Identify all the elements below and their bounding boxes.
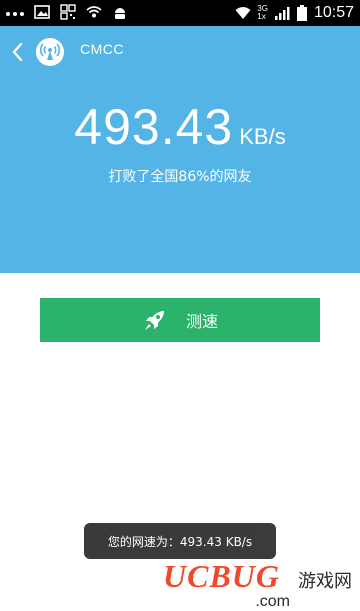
speed-test-screen: 3G 1x 10:57 CMCC 493.43 KB/s 打败了全国86%的网友… (0, 0, 360, 611)
network-type: 3G 1x (257, 5, 268, 21)
network-name: CMCC (80, 41, 124, 57)
speed-display: 493.43 KB/s (0, 98, 360, 156)
status-left-icons (6, 4, 128, 20)
wifi-icon (235, 7, 251, 19)
rank-text: 打败了全国86%的网友 (108, 169, 252, 185)
wifi-key-icon (86, 6, 102, 18)
speed-result-panel: CMCC 493.43 KB/s 打败了全国86%的网友 (0, 26, 360, 273)
network-type-1x: 1x (257, 12, 266, 21)
speed-unit: KB/s (239, 124, 286, 149)
more-notifications-icon (6, 11, 24, 16)
back-icon[interactable] (8, 40, 28, 64)
toast-message: 您的网速为：493.43 KB/s (107, 534, 253, 549)
watermark-cn: 游戏网 (298, 571, 352, 592)
status-bar: 3G 1x 10:57 (0, 0, 360, 26)
speed-toast: 您的网速为：493.43 KB/s (84, 523, 276, 559)
battery-icon (296, 5, 307, 21)
speed-test-button[interactable]: 测速 (40, 298, 320, 342)
watermark-domain: .com (255, 593, 290, 610)
watermark-brand: UCBUG (162, 558, 280, 594)
clock: 10:57 (313, 4, 354, 21)
speed-value: 493.43 (74, 99, 234, 155)
qr-code-icon (60, 4, 76, 20)
status-right-icons: 3G 1x 10:57 (235, 3, 354, 23)
signal-tower-icon (36, 38, 64, 66)
android-icon (115, 8, 125, 19)
site-watermark: UCBUG 游戏网 .com (132, 558, 352, 610)
image-notification-icon (34, 5, 50, 19)
speed-test-label: 测速 (185, 314, 218, 331)
rocket-icon (144, 311, 164, 330)
signal-strength-icon (274, 7, 290, 20)
